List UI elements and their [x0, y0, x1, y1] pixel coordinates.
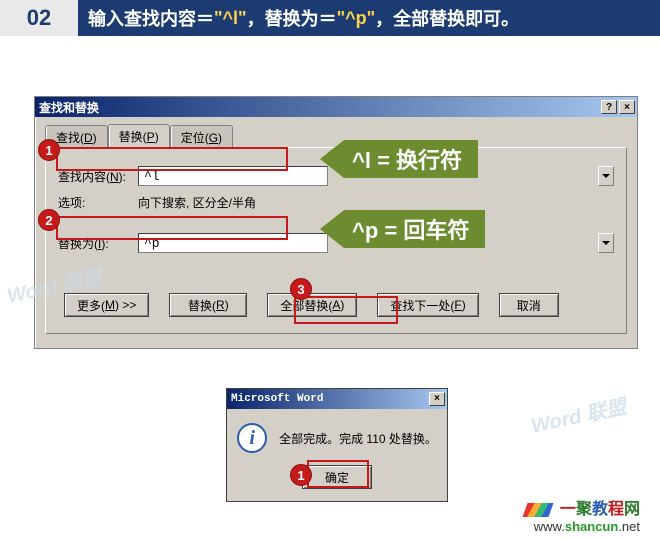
find-dropdown-button[interactable]: [598, 166, 614, 186]
dialog-title: 查找和替换: [39, 99, 599, 116]
callout-text: ^p = 回车符: [344, 210, 485, 248]
msgbox-title: Microsoft Word: [231, 393, 427, 405]
callout-carriage-return: ^p = 回车符: [320, 210, 485, 248]
ok-button[interactable]: 确定: [302, 465, 372, 489]
msgbox-close-button[interactable]: ×: [429, 392, 445, 406]
watermark: Word 联盟: [528, 390, 628, 438]
site-url: www.shancun.net: [534, 519, 640, 534]
instr-replace-value: "^p": [337, 8, 376, 29]
badge-3: 3: [290, 278, 312, 300]
replace-button[interactable]: 替换(R): [169, 293, 247, 317]
options-value: 向下搜索, 区分全/半角: [138, 194, 256, 211]
stripes-icon: [523, 503, 554, 517]
callout-arrow-icon: [320, 140, 344, 178]
more-button[interactable]: 更多(M) >>: [64, 293, 149, 317]
chevron-down-icon: [602, 174, 610, 178]
instr-find-value: "^l": [214, 8, 247, 29]
button-row: 更多(M) >> 替换(R) 全部替换(A) 查找下一处(F) 取消: [58, 293, 614, 317]
msgbox-titlebar[interactable]: Microsoft Word ×: [227, 389, 447, 409]
replace-dropdown-button[interactable]: [598, 233, 614, 253]
replace-input[interactable]: ^p: [138, 233, 328, 253]
replace-label: 替换为(I):: [58, 235, 138, 252]
instr-suffix: ，全部替换即可。: [375, 5, 519, 31]
info-icon: i: [237, 423, 267, 453]
chevron-down-icon: [602, 241, 610, 245]
find-next-button[interactable]: 查找下一处(F): [377, 293, 478, 317]
instruction-bar: 输入查找内容＝ "^l" ，替换为＝ "^p" ，全部替换即可。: [78, 0, 660, 36]
options-row: 选项: 向下搜索, 区分全/半角: [58, 194, 614, 211]
help-button[interactable]: ?: [601, 100, 617, 114]
cancel-button[interactable]: 取消: [499, 293, 559, 317]
replace-all-button[interactable]: 全部替换(A): [267, 293, 357, 317]
callout-text: ^l = 换行符: [344, 140, 478, 178]
callout-linefeed: ^l = 换行符: [320, 140, 478, 178]
page-header: 02 输入查找内容＝ "^l" ，替换为＝ "^p" ，全部替换即可。: [0, 0, 660, 36]
badge-1: 1: [38, 139, 60, 161]
tab-replace[interactable]: 替换(P): [108, 124, 170, 148]
find-label: 查找内容(N):: [58, 168, 138, 185]
footer: 一聚教程网 www.shancun.net: [525, 495, 640, 534]
step-number: 02: [0, 0, 78, 36]
close-button[interactable]: ×: [619, 100, 635, 114]
find-input[interactable]: ^l: [138, 166, 328, 186]
instr-text: 输入查找内容＝: [88, 5, 214, 31]
site-logo: 一聚教程网: [525, 495, 640, 519]
callout-arrow-icon: [320, 210, 344, 248]
badge-msg-1: 1: [290, 464, 312, 486]
options-label: 选项:: [58, 194, 138, 211]
tab-goto[interactable]: 定位(G): [170, 125, 233, 149]
completion-msgbox: Microsoft Word × i 全部完成。完成 110 处替换。 确定: [226, 388, 448, 502]
badge-2: 2: [38, 209, 60, 231]
dialog-titlebar[interactable]: 查找和替换 ? ×: [35, 97, 637, 117]
instr-mid: ，替换为＝: [247, 5, 337, 31]
msgbox-message: 全部完成。完成 110 处替换。: [279, 430, 437, 447]
